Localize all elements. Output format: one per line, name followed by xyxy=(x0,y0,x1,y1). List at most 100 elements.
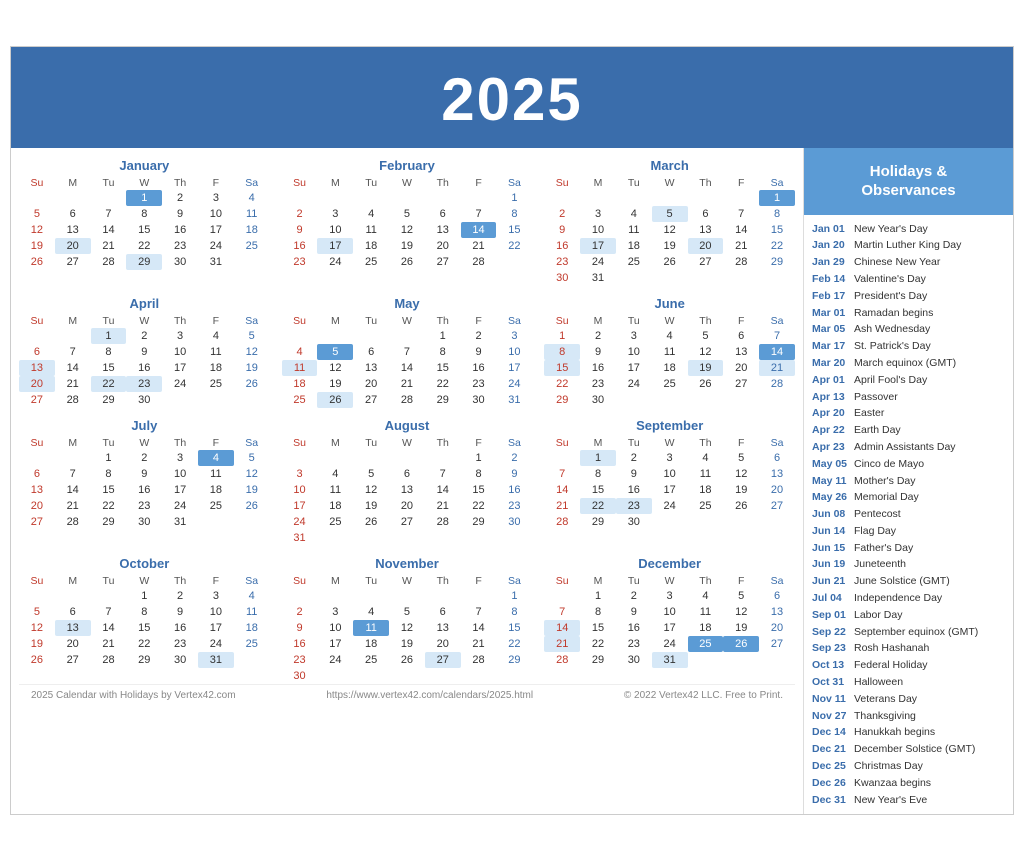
holiday-row: Mar 01Ramadan begins xyxy=(812,305,1005,322)
cal-day: 31 xyxy=(496,392,532,408)
cal-day: 1 xyxy=(544,328,580,344)
cal-day: 3 xyxy=(282,466,318,482)
cal-day xyxy=(688,514,724,530)
cal-day: 22 xyxy=(126,636,162,652)
cal-day xyxy=(317,328,353,344)
cal-day: 20 xyxy=(425,636,461,652)
cal-day xyxy=(317,668,353,684)
day-header: F xyxy=(461,574,497,588)
cal-day: 17 xyxy=(162,482,198,498)
cal-day: 13 xyxy=(759,604,795,620)
cal-day: 28 xyxy=(544,514,580,530)
holiday-row: Jan 20Martin Luther King Day xyxy=(812,237,1005,254)
cal-day: 22 xyxy=(496,238,532,254)
holiday-date: Apr 23 xyxy=(812,439,854,456)
holiday-name: Halloween xyxy=(854,674,903,691)
cal-day: 4 xyxy=(652,328,688,344)
holiday-row: Dec 14Hanukkah begins xyxy=(812,724,1005,741)
cal-day: 25 xyxy=(282,392,318,408)
cal-day: 25 xyxy=(234,238,270,254)
cal-table: SuMTuWThFSa12345678910111213141516171819… xyxy=(544,314,795,408)
cal-day: 30 xyxy=(461,392,497,408)
cal-day: 7 xyxy=(55,344,91,360)
cal-day: 21 xyxy=(544,636,580,652)
cal-day: 27 xyxy=(759,636,795,652)
cal-day: 28 xyxy=(425,514,461,530)
footer-right: © 2022 Vertex42 LLC. Free to Print. xyxy=(624,690,783,701)
day-header: W xyxy=(652,574,688,588)
sidebar: Holidays &Observances Jan 01New Year's D… xyxy=(803,148,1013,815)
cal-day: 5 xyxy=(723,450,759,466)
cal-day xyxy=(723,392,759,408)
day-header: W xyxy=(126,436,162,450)
day-header: Th xyxy=(688,176,724,190)
holiday-row: Sep 01Labor Day xyxy=(812,607,1005,624)
cal-day: 1 xyxy=(759,190,795,206)
cal-day: 21 xyxy=(55,376,91,392)
cal-day: 4 xyxy=(688,588,724,604)
cal-day: 11 xyxy=(234,206,270,222)
cal-day xyxy=(282,328,318,344)
holiday-date: Nov 27 xyxy=(812,708,854,725)
holiday-name: Admin Assistants Day xyxy=(854,439,956,456)
cal-day: 5 xyxy=(652,206,688,222)
cal-table: SuMTuWThFSa12345678910111213141516171819… xyxy=(19,176,270,270)
cal-day: 26 xyxy=(688,376,724,392)
month-block: AugustSuMTuWThFSa12345678910111213141516… xyxy=(282,418,533,546)
cal-day xyxy=(688,270,724,286)
holiday-row: Nov 11Veterans Day xyxy=(812,691,1005,708)
holiday-name: Juneteenth xyxy=(854,556,906,573)
cal-day: 15 xyxy=(425,360,461,376)
cal-day: 1 xyxy=(126,190,162,206)
cal-day: 14 xyxy=(544,620,580,636)
cal-day xyxy=(317,190,353,206)
cal-day: 4 xyxy=(282,344,318,360)
holiday-name: Cinco de Mayo xyxy=(854,456,924,473)
cal-day: 15 xyxy=(544,360,580,376)
day-header: Sa xyxy=(496,574,532,588)
day-header: Th xyxy=(425,314,461,328)
cal-day: 12 xyxy=(389,620,425,636)
cal-day: 1 xyxy=(126,588,162,604)
cal-day: 28 xyxy=(389,392,425,408)
cal-day: 16 xyxy=(616,620,652,636)
cal-day: 20 xyxy=(19,376,55,392)
cal-day: 10 xyxy=(652,466,688,482)
cal-day: 11 xyxy=(652,344,688,360)
cal-day: 11 xyxy=(353,620,389,636)
holiday-row: Feb 17President's Day xyxy=(812,288,1005,305)
cal-day: 27 xyxy=(389,514,425,530)
cal-day: 8 xyxy=(580,466,616,482)
cal-day: 29 xyxy=(425,392,461,408)
cal-day: 21 xyxy=(759,360,795,376)
cal-day: 15 xyxy=(126,620,162,636)
cal-day: 14 xyxy=(461,222,497,238)
footer: 2025 Calendar with Holidays by Vertex42.… xyxy=(19,684,795,706)
cal-day: 27 xyxy=(723,376,759,392)
month-block: MarchSuMTuWThFSa123456789101112131415161… xyxy=(544,158,795,286)
cal-day: 5 xyxy=(389,206,425,222)
month-title: March xyxy=(544,158,795,173)
cal-day: 22 xyxy=(580,636,616,652)
cal-day: 4 xyxy=(234,588,270,604)
cal-day: 28 xyxy=(55,392,91,408)
sidebar-list: Jan 01New Year's DayJan 20Martin Luther … xyxy=(804,215,1013,815)
day-header: Su xyxy=(282,436,318,450)
holiday-date: Mar 05 xyxy=(812,321,854,338)
cal-day: 14 xyxy=(91,620,127,636)
cal-day: 25 xyxy=(317,514,353,530)
day-header: Tu xyxy=(616,436,652,450)
cal-day: 12 xyxy=(652,222,688,238)
cal-day xyxy=(461,190,497,206)
cal-day: 12 xyxy=(389,222,425,238)
cal-day: 28 xyxy=(759,376,795,392)
cal-day: 13 xyxy=(353,360,389,376)
cal-day: 29 xyxy=(91,392,127,408)
cal-day: 26 xyxy=(234,376,270,392)
page: 2025 JanuarySuMTuWThFSa12345678910111213… xyxy=(10,46,1014,816)
cal-day: 20 xyxy=(723,360,759,376)
day-header: Su xyxy=(544,436,580,450)
cal-day: 5 xyxy=(19,206,55,222)
cal-day: 11 xyxy=(353,222,389,238)
cal-day: 17 xyxy=(317,636,353,652)
